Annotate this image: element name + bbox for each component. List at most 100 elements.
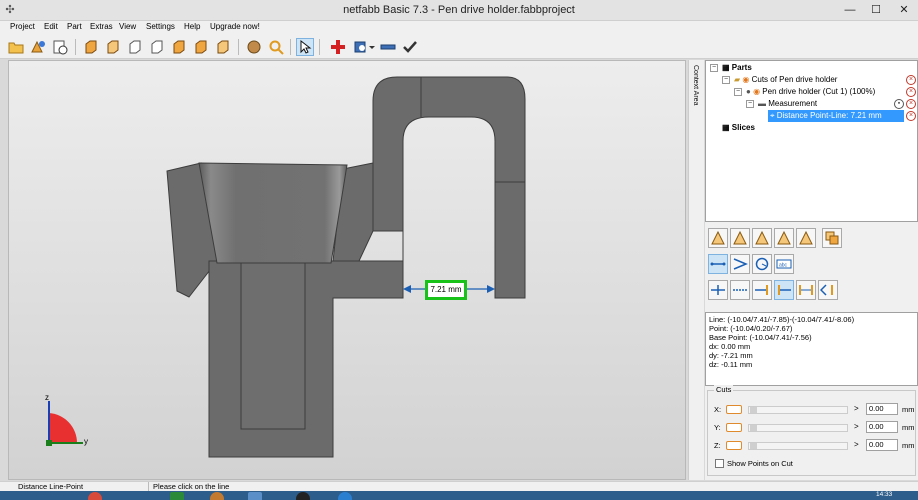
add-marker-icon[interactable] [329,38,347,56]
menu-settings[interactable]: Settings [146,22,175,31]
chevron-right-icon[interactable]: > [854,404,859,413]
view-back-icon[interactable] [104,38,122,56]
collapse-toggle[interactable]: − [710,64,718,72]
cut-color-swatch[interactable] [726,441,742,450]
3d-viewport[interactable]: 7.21 mm z y [8,60,686,480]
select-pointer-icon[interactable] [296,38,314,56]
tree-measurement[interactable]: ▬ Measurement [758,98,817,110]
menu-extras[interactable]: Extras [90,22,113,31]
measure-ruler-icon[interactable] [379,38,397,56]
menu-part[interactable]: Part [67,22,82,31]
menu-bar: Project Edit Part Extras View Settings H… [0,21,918,35]
maximize-button[interactable]: ☐ [862,0,890,20]
netfabb-icon[interactable] [248,492,262,500]
folder-icon[interactable] [210,492,224,500]
info-line: Line: (-10.04/7.41/-7.85)-(-10.04/7.41/-… [709,315,855,324]
cut-color-swatch[interactable] [726,405,742,414]
project-info-icon[interactable] [51,38,69,56]
menu-upgrade[interactable]: Upgrade now! [210,22,260,31]
unit-label: mm [902,441,915,450]
measure-edge-icon[interactable] [730,228,750,248]
snap-cross-icon[interactable] [708,280,728,300]
collapse-toggle[interactable]: − [746,100,754,108]
measure-surface-icon[interactable] [774,228,794,248]
view-left-icon[interactable] [126,38,144,56]
checkmark-icon[interactable] [401,38,419,56]
menu-project[interactable]: Project [10,22,35,31]
cut-slider[interactable] [748,424,848,432]
measure-copy-icon[interactable] [822,228,842,248]
right-panel: − ▦ Parts − ▰ ◉ Cuts of Pen drive holder… [705,60,918,480]
view-right-icon[interactable] [148,38,166,56]
cut-color-swatch[interactable] [726,423,742,432]
chevron-right-icon[interactable]: > [854,422,859,431]
chevron-right-icon[interactable]: > [854,440,859,449]
distance-line-icon[interactable] [708,254,728,274]
remove-icon[interactable]: × [906,111,916,121]
axis-label: Z: [714,441,721,450]
snap-between-icon[interactable] [796,280,816,300]
status-mode: Distance Line-Point [18,482,84,491]
slider-thumb[interactable] [750,407,757,413]
mesh-icon: ● [746,87,751,96]
snap-end-icon[interactable] [752,280,772,300]
tree-part[interactable]: ● ◉ Pen drive holder (Cut 1) (100%) [746,86,875,98]
axis-label: X: [714,405,722,414]
measure-point-icon[interactable] [708,228,728,248]
context-area-tab[interactable]: Context Area [688,60,704,480]
show-points-checkbox[interactable] [715,459,724,468]
snap-point-line-icon[interactable] [774,280,794,300]
window-title: netfabb Basic 7.3 - Pen drive holder.fab… [343,4,575,16]
menu-view[interactable]: View [119,22,136,31]
add-part-icon[interactable] [29,38,47,56]
cut-row-z: Z: > 0.00 mm [708,439,917,453]
app-icon[interactable] [338,492,352,500]
label-icon[interactable]: abc [774,254,794,274]
collapse-toggle[interactable]: − [722,76,730,84]
view-top-icon[interactable] [170,38,188,56]
minimize-button[interactable]: — [836,0,864,20]
radius-icon[interactable] [752,254,772,274]
compass-icon: ⌖ [770,111,775,120]
media-icon[interactable] [296,492,310,500]
shading-icon[interactable] [245,38,263,56]
close-button[interactable]: ✕ [890,0,918,20]
measure-triangle-icon[interactable] [752,228,772,248]
chevron-down-icon[interactable] [368,38,376,56]
tree-slices[interactable]: ▦ Slices [722,122,755,134]
snap-line-icon[interactable] [730,280,750,300]
remove-icon[interactable]: × [906,87,916,97]
slider-thumb[interactable] [750,425,757,431]
angle-icon[interactable] [730,254,750,274]
cut-value-field[interactable]: 0.00 [866,439,898,451]
menu-help[interactable]: Help [184,22,200,31]
remove-icon[interactable]: × [906,75,916,85]
slices-folder-icon: ▦ [722,123,732,132]
measure-shell-icon[interactable] [796,228,816,248]
slider-thumb[interactable] [750,443,757,449]
open-project-icon[interactable] [7,38,25,56]
cut-slider[interactable] [748,442,848,450]
spreadsheet-icon[interactable] [170,492,184,500]
status-bar: Distance Line-Point Please click on the … [0,481,918,492]
view-front-icon[interactable] [82,38,100,56]
snap-arrow-icon[interactable] [818,280,838,300]
parts-folder-icon: ▦ [722,63,732,72]
unit-label: mm [902,423,915,432]
collapse-toggle[interactable]: − [734,88,742,96]
view-iso-icon[interactable] [214,38,232,56]
view-bottom-icon[interactable] [192,38,210,56]
measurement-label[interactable]: 7.21 mm [425,280,467,300]
remove-icon[interactable]: × [906,99,916,109]
tree-cuts-of[interactable]: ▰ ◉ Cuts of Pen drive holder [734,74,837,86]
browser-icon[interactable] [88,492,102,500]
menu-edit[interactable]: Edit [44,22,58,31]
cut-slider[interactable] [748,406,848,414]
info-point: Point: (-10.04/0.20/-7.67) [709,324,793,333]
zoom-icon[interactable] [267,38,285,56]
cut-value-field[interactable]: 0.00 [866,403,898,415]
tree-parts[interactable]: ▦ Parts [722,62,752,74]
cut-value-field[interactable]: 0.00 [866,421,898,433]
tree-distance-selected[interactable]: ⌖ Distance Point-Line: 7.21 mm [768,110,904,122]
lock-icon[interactable]: ▪ [894,99,904,109]
